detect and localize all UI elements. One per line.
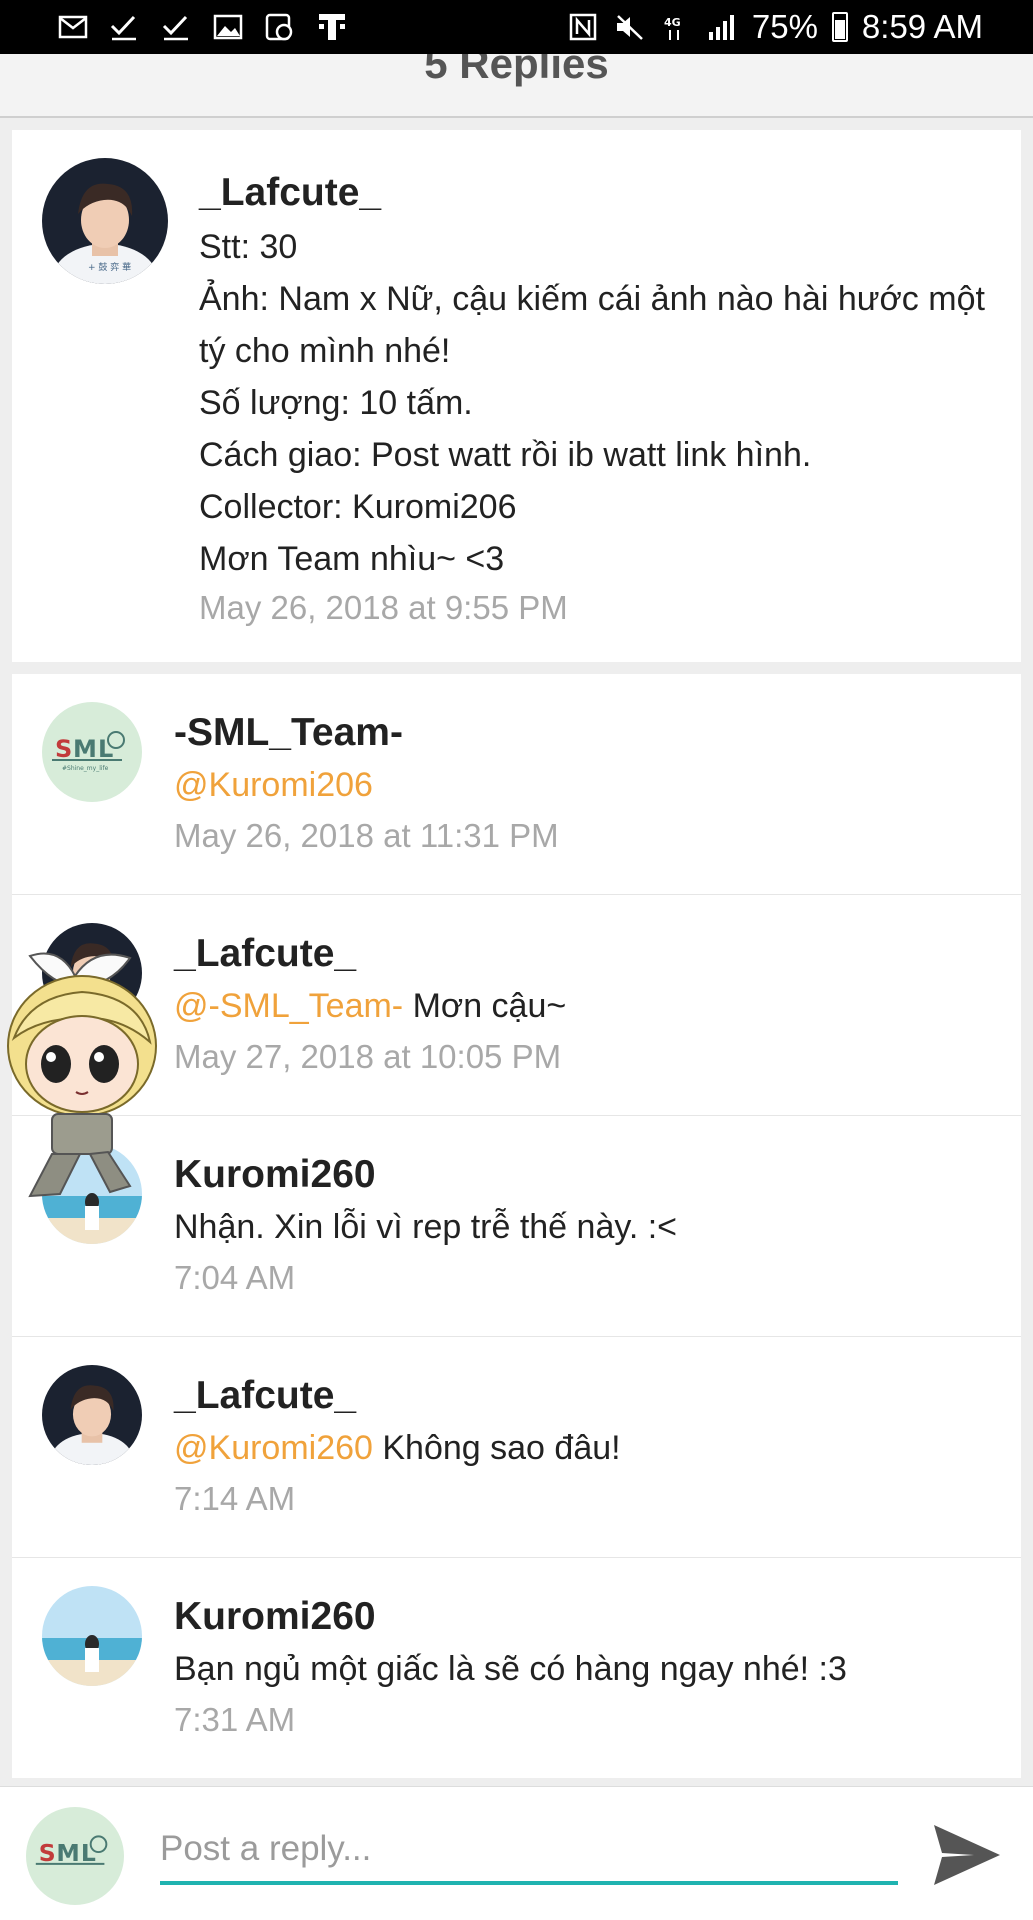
mention-link[interactable]: @-SML_Team-: [174, 987, 403, 1025]
status-bar: 4G 75% 8:59 AM: [0, 0, 1033, 54]
svg-text:#Shine_my_life: #Shine_my_life: [62, 765, 109, 772]
author-name[interactable]: Kuromi260: [174, 1594, 1001, 1641]
comment-line: Cách giao: Post watt rồi ib watt link hì…: [199, 435, 812, 474]
reply-text: Bạn ngủ một giấc là sẽ có hàng ngay nhé!…: [174, 1641, 1001, 1697]
timestamp: May 27, 2018 at 10:05 PM: [174, 1037, 562, 1075]
timestamp: 7:04 AM: [174, 1258, 296, 1296]
main-comment-card: + 鼓 弈 華 _Lafcute_ Stt: 30 Ảnh: Nam x Nữ,…: [12, 130, 1021, 662]
timestamp: 7:31 AM: [174, 1700, 296, 1738]
clock: 8:59 AM: [861, 8, 983, 45]
timestamp: May 26, 2018 at 9:55 PM: [199, 588, 568, 626]
reply-body: -SML_Team- @Kuromi206 May 26, 2018 at 11…: [174, 710, 1001, 859]
reply-body: _Lafcute_ @Kuromi260 Không sao đâu! 7:14…: [174, 1373, 1001, 1522]
svg-text:S: S: [55, 735, 72, 763]
timestamp: May 26, 2018 at 11:31 PM: [174, 816, 559, 854]
comment-line: Ảnh: Nam x Nữ, cậu kiếm cái ảnh nào hài …: [199, 279, 985, 370]
avatar[interactable]: + 鼓 弈 華: [42, 158, 168, 284]
comment-line: Số lượng: 10 tấm.: [199, 383, 473, 422]
main-comment-body: _Lafcute_ Stt: 30 Ảnh: Nam x Nữ, cậu kiế…: [199, 170, 1001, 631]
reply-text: @Kuromi260 Không sao đâu!: [174, 1420, 1001, 1476]
author-name[interactable]: -SML_Team-: [174, 710, 1001, 757]
reply-input[interactable]: [160, 1817, 898, 1885]
signal-icon: [706, 12, 738, 42]
comment-line: Stt: 30: [199, 227, 298, 266]
reply-message: Không sao đâu!: [372, 1428, 621, 1467]
avatar[interactable]: S M L #Shine_my_life: [42, 702, 142, 802]
battery-icon: [831, 12, 848, 42]
page-title: 5 Replies: [424, 54, 609, 87]
list-item: _Lafcute_ @Kuromi260 Không sao đâu! 7:14…: [12, 1337, 1021, 1558]
mute-icon: [614, 12, 646, 42]
author-name[interactable]: _Lafcute_: [174, 931, 1001, 978]
check-icon: [160, 12, 192, 42]
author-name[interactable]: Kuromi260: [174, 1152, 1001, 1199]
list-item: S M L #Shine_my_life -SML_Team- @Kuromi206 …: [12, 674, 1021, 895]
author-name[interactable]: _Lafcute_: [174, 1373, 1001, 1420]
anime-sticker-icon: [0, 946, 160, 1206]
gallery-mail-icon: [56, 12, 88, 42]
svg-text:S: S: [39, 1839, 56, 1867]
svg-text:M: M: [56, 1839, 79, 1867]
avatar[interactable]: [42, 1365, 142, 1465]
reply-text: @Kuromi206: [174, 757, 1001, 813]
system-indicators: 4G 75% 8:59 AM: [568, 8, 983, 46]
list-item: Kuromi260 Bạn ngủ một giấc là sẽ có hàng…: [12, 1558, 1021, 1779]
reply-body: Kuromi260 Nhận. Xin lỗi vì rep trễ thế n…: [174, 1152, 1001, 1301]
svg-text:L: L: [81, 1839, 96, 1867]
4g-icon: 4G: [660, 12, 692, 42]
notification-icons: [56, 12, 348, 42]
reply-message: Mơn cậu~: [403, 986, 567, 1025]
check-icon: [108, 12, 140, 42]
svg-text:M: M: [73, 735, 97, 763]
mention-link[interactable]: @Kuromi206: [174, 766, 373, 804]
reply-composer: SML: [0, 1786, 1033, 1920]
reply-message: Nhận. Xin lỗi vì rep trễ thế này. :<: [174, 1207, 678, 1246]
battery-percent: 75%: [751, 8, 818, 45]
comment-line: Collector: Kuromi206: [199, 487, 517, 526]
mention-link[interactable]: @Kuromi260: [174, 1429, 373, 1467]
image-icon: [212, 12, 244, 42]
send-button[interactable]: [930, 1821, 1004, 1889]
author-name[interactable]: _Lafcute_: [199, 170, 1001, 217]
reply-body: _Lafcute_ @-SML_Team- Mơn cậu~ May 27, 2…: [174, 931, 1001, 1080]
avatar: SML: [26, 1807, 124, 1905]
replies-header: 5 Replies: [0, 54, 1033, 118]
reply-body: Kuromi260 Bạn ngủ một giấc là sẽ có hàng…: [174, 1594, 1001, 1743]
comment-line: Mơn Team nhìu~ <3: [199, 539, 505, 578]
timestamp: 7:14 AM: [174, 1479, 296, 1517]
reply-text: Nhận. Xin lỗi vì rep trễ thế này. :<: [174, 1199, 1001, 1255]
svg-text:+ 鼓 弈 華: + 鼓 弈 華: [88, 261, 131, 273]
list-item: Kuromi260 Nhận. Xin lỗi vì rep trễ thế n…: [12, 1116, 1021, 1337]
app-icon: [264, 12, 296, 42]
comment-text: Stt: 30 Ảnh: Nam x Nữ, cậu kiếm cái ảnh …: [199, 221, 1001, 585]
list-item: _Lafcute_ @-SML_Team- Mơn cậu~ May 27, 2…: [12, 895, 1021, 1116]
reply-text: @-SML_Team- Mơn cậu~: [174, 978, 1001, 1034]
nfc-icon: [568, 12, 600, 42]
svg-text:L: L: [98, 735, 113, 763]
send-icon: [934, 1825, 1000, 1885]
svg-text:4G: 4G: [664, 16, 681, 29]
replies-list: S M L #Shine_my_life -SML_Team- @Kuromi206 …: [12, 674, 1021, 1778]
avatar[interactable]: [42, 1586, 142, 1686]
reply-message: Bạn ngủ một giấc là sẽ có hàng ngay nhé!…: [174, 1649, 847, 1688]
tmobile-icon: [316, 12, 348, 42]
